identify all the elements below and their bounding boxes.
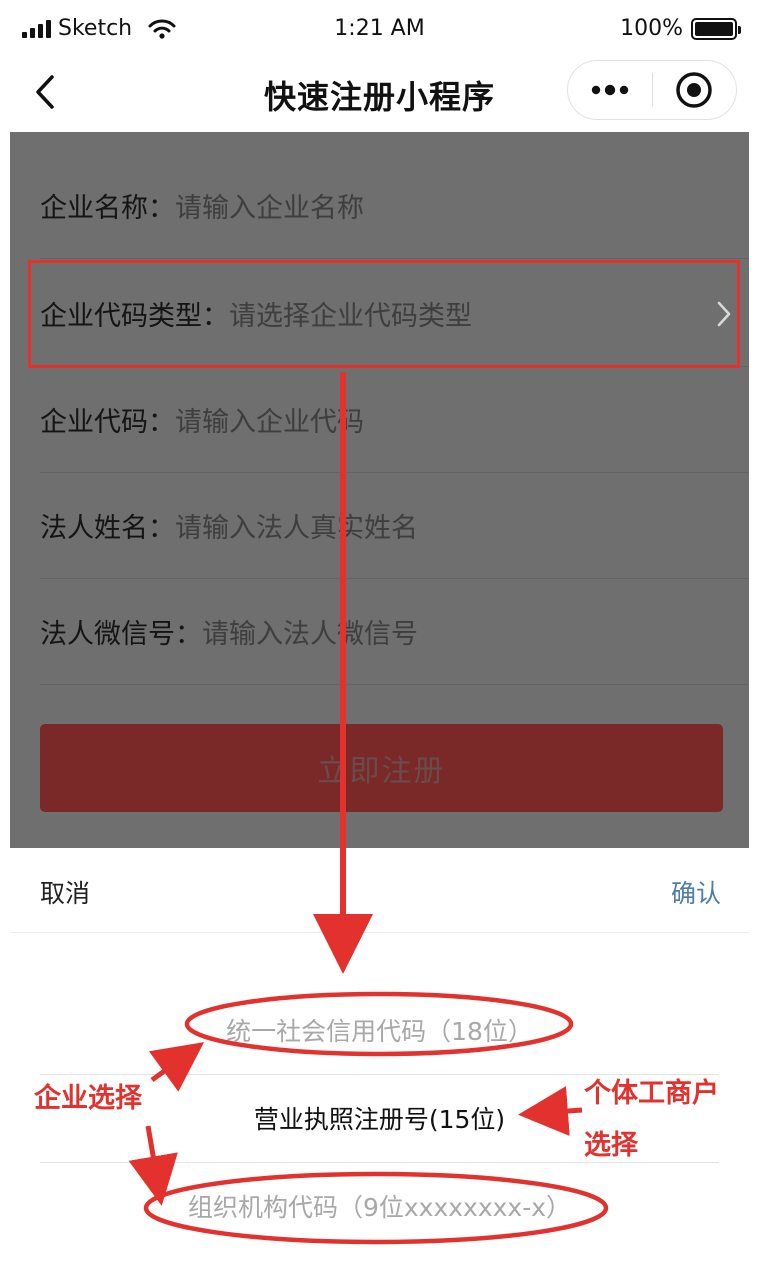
picker-confirm-button[interactable]: 确认 [671,874,721,910]
nav-bar: 快速注册小程序 [0,58,759,132]
company-code-row[interactable]: 企业代码： 请输入企业代码 [10,366,749,472]
row-divider [40,684,749,685]
annotation-individual-line2: 选择 [584,1130,638,1161]
annotation-individual-label: 个体工商户 选择 [584,1068,719,1172]
battery-icon [691,17,741,40]
company-name-label: 企业名称： [40,192,175,224]
battery-percent: 100% [620,16,683,41]
code-type-picker: 取消 确认 统一社会信用代码（18位） 营业执照注册号(15位) 组织机构代码（… [10,848,749,1280]
picker-divider [10,932,749,933]
annotation-individual-line1: 个体工商户 [584,1078,719,1109]
miniprogram-capsule [567,60,737,120]
legal-wechat-label: 法人微信号： [40,618,202,650]
more-dots-icon [591,84,628,96]
status-bar: Sketch 1:21 AM 100% [0,0,759,58]
more-button[interactable] [568,60,652,120]
company-name-input[interactable]: 请输入企业名称 [175,186,364,225]
legal-name-row[interactable]: 法人姓名： 请输入法人真实姓名 [10,472,749,578]
row-divider [40,258,749,259]
status-right: 100% [620,16,741,41]
annotation-enterprise-label: 企业选择 [34,1083,142,1114]
registration-form: 企业名称： 请输入企业名称 企业代码类型： 请选择企业代码类型 企业代码： 请输… [10,132,749,848]
company-code-label: 企业代码： [40,406,175,438]
picker-option[interactable]: 统一社会信用代码（18位） [10,1012,749,1048]
legal-wechat-row[interactable]: 法人微信号： 请输入法人微信号 [10,578,749,684]
close-button[interactable] [653,60,737,120]
register-button[interactable]: 立即注册 [40,724,723,812]
legal-name-input[interactable]: 请输入法人真实姓名 [175,506,418,545]
company-name-row[interactable]: 企业名称： 请输入企业名称 [10,152,749,258]
target-circle-icon [676,72,712,108]
legal-name-label: 法人姓名： [40,512,175,544]
picker-cancel-button[interactable]: 取消 [40,874,90,910]
company-code-input[interactable]: 请输入企业代码 [175,400,364,439]
highlight-box [28,260,740,368]
picker-option[interactable]: 组织机构代码（9位xxxxxxxx-x） [10,1188,749,1224]
legal-wechat-input[interactable]: 请输入法人微信号 [202,612,418,651]
